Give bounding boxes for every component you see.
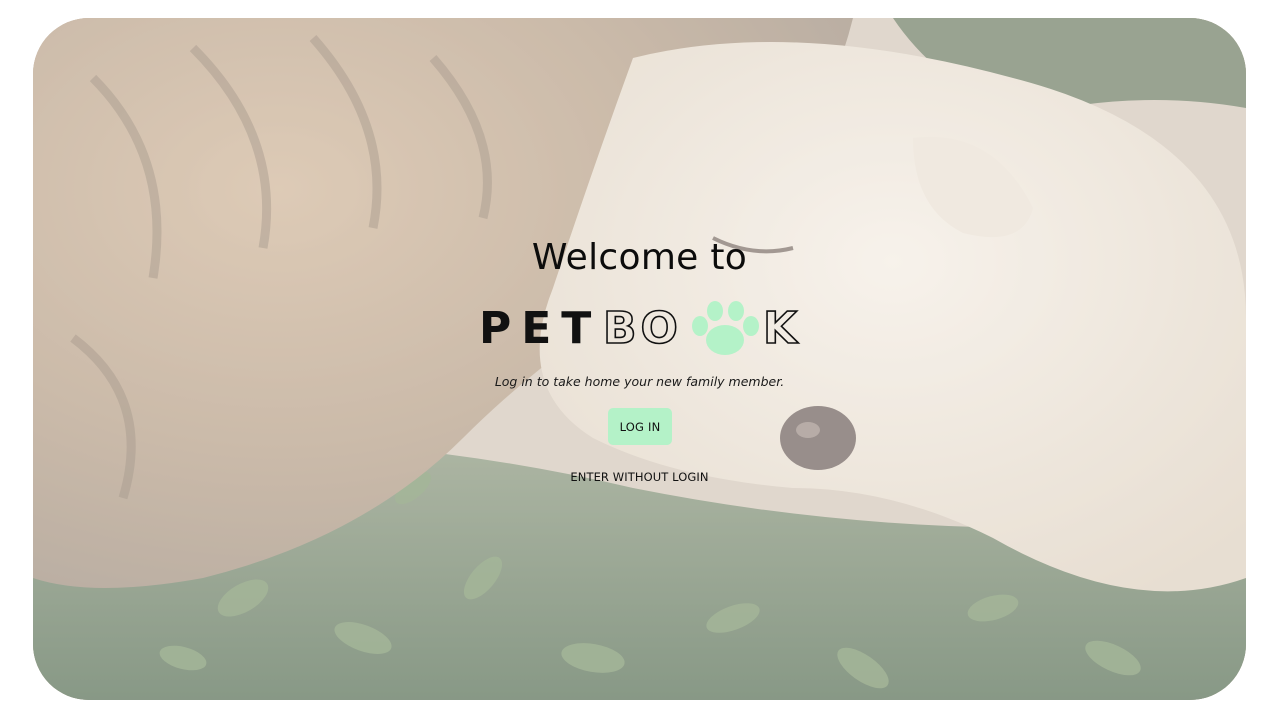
welcome-heading: Welcome to <box>531 237 748 278</box>
hero-card: Welcome to PET BO K Log in to take home … <box>33 18 1246 700</box>
paw-print-icon <box>692 301 759 355</box>
tagline: Log in to take home your new family memb… <box>494 374 785 389</box>
enter-without-login-link[interactable]: ENTER WITHOUT LOGIN <box>33 470 1246 484</box>
logo-text-bold: PET <box>479 303 601 354</box>
logo-text-outline-end: K <box>763 303 799 354</box>
petbook-logo: PET BO K <box>479 301 800 355</box>
login-button[interactable]: LOG IN <box>608 408 672 445</box>
logo-text-outline: BO <box>603 303 682 354</box>
hero-content: Welcome to PET BO K Log in to take home … <box>33 18 1246 700</box>
